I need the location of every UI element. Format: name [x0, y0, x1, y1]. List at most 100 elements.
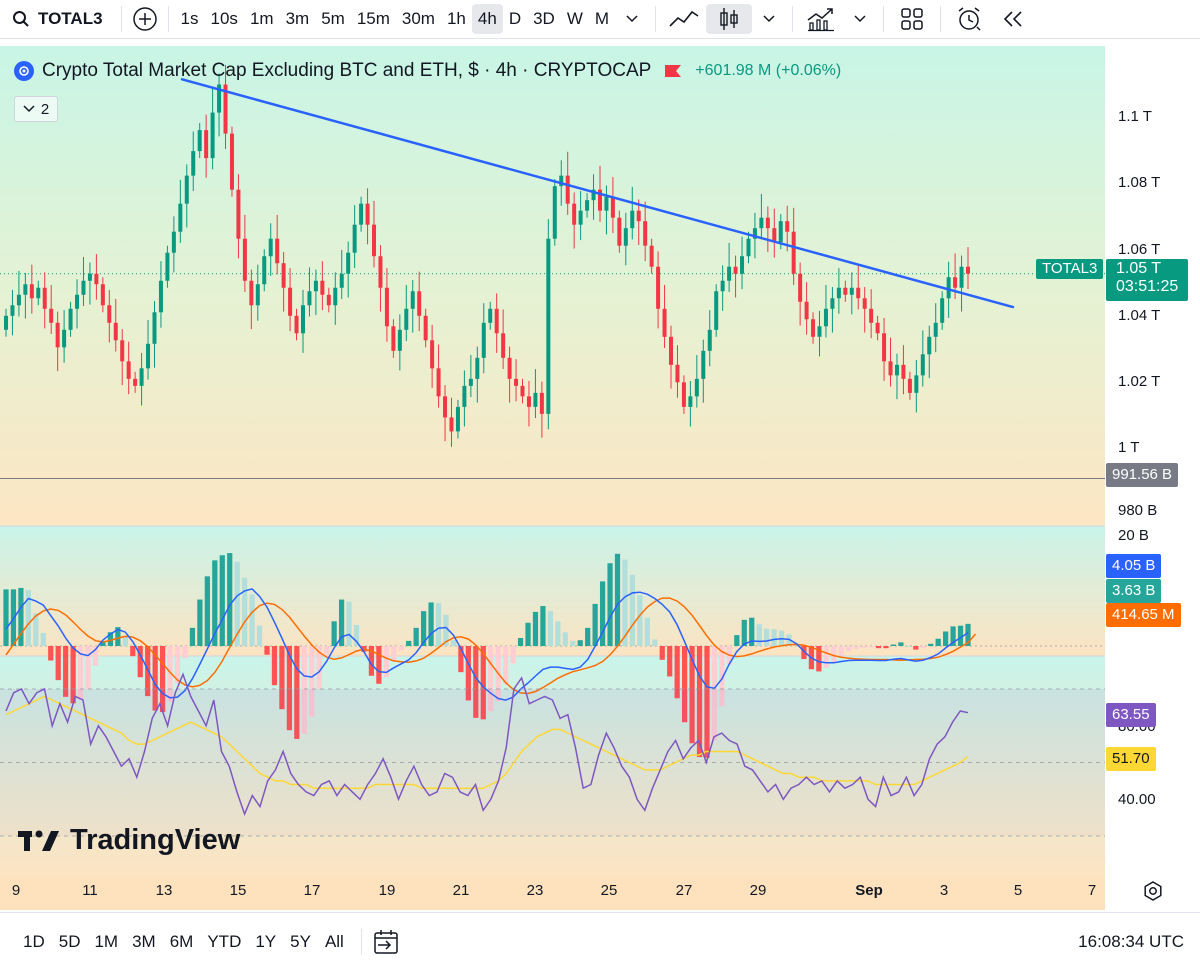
macd-histogram-bar [667, 646, 673, 677]
indicators-dropdown-button[interactable] [843, 4, 877, 34]
macd-histogram-bar [860, 646, 867, 649]
candle-body [288, 287, 293, 316]
macd-histogram-bar [532, 611, 539, 646]
candle-body [843, 287, 848, 295]
macd-value-tag: 4.05 B [1106, 554, 1162, 578]
macd-histogram-bar [435, 603, 442, 646]
time-axis[interactable]: 9 11 13 15 17 19 21 23 25 27 29 Sep 3 5 7 [0, 876, 1200, 908]
range-1m[interactable]: 1M [87, 932, 125, 952]
series-legend[interactable]: Crypto Total Market Cap Excluding BTC an… [14, 60, 841, 82]
candle-body [184, 175, 189, 204]
interval-4h[interactable]: 4h [471, 4, 503, 34]
candle-body [578, 210, 583, 225]
macd-histogram-bar [122, 636, 128, 646]
interval-10s[interactable]: 10s [205, 4, 244, 34]
candle-body [475, 357, 480, 379]
layout-button[interactable] [890, 4, 934, 34]
hline-price-tag: 991.56 B [1106, 463, 1179, 487]
range-all[interactable]: All [318, 932, 351, 952]
candle-body [210, 112, 215, 159]
macd-histogram-bar [346, 601, 352, 646]
chart-canvas[interactable] [0, 46, 1105, 910]
flag-icon[interactable] [665, 65, 682, 77]
macd-histogram-bar [741, 619, 747, 646]
interval-3d[interactable]: 3D [527, 4, 561, 34]
bottom-toolbar: 1D 5D 1M 3M 6M YTD 1Y 5Y All 16:08:34 UTC [0, 912, 1200, 970]
calendar-arrow-icon [374, 929, 398, 954]
indicators-button[interactable] [799, 4, 843, 34]
interval-d[interactable]: D [503, 4, 527, 34]
indicators-collapse-toggle[interactable]: 2 [14, 96, 58, 122]
macd-histogram-bar [868, 646, 874, 648]
macd-histogram-bar [555, 621, 561, 646]
divider [940, 6, 942, 32]
grid-layout-icon [901, 8, 923, 30]
symbol-search[interactable]: TOTAL3 [0, 0, 115, 38]
interval-30m[interactable]: 30m [396, 4, 441, 34]
macd-histogram-bar [48, 646, 54, 661]
macd-histogram-bar [256, 625, 263, 646]
candle-body [384, 287, 389, 327]
range-1d[interactable]: 1D [16, 932, 52, 952]
range-ytd[interactable]: YTD [200, 932, 248, 952]
interval-1m[interactable]: 1m [244, 4, 280, 34]
candle-body [572, 203, 577, 225]
candle-body [62, 329, 67, 348]
candles-button[interactable] [706, 4, 753, 34]
candle-body [894, 364, 899, 376]
candle-body [16, 294, 21, 306]
price-change: +601.98 M (+0.06%) [695, 62, 842, 79]
interval-w[interactable]: W [561, 4, 589, 34]
macd-histogram-bar [764, 628, 770, 646]
time-tick: 17 [303, 882, 321, 899]
interval-5m[interactable]: 5m [315, 4, 351, 34]
interval-dropdown-button[interactable] [615, 4, 649, 34]
macd-histogram-bar [875, 646, 882, 649]
chart-pane[interactable] [0, 46, 1105, 910]
candle-body [455, 406, 460, 432]
candles-icon [720, 8, 738, 30]
go-to-date-button[interactable] [372, 928, 402, 956]
macd-histogram-bar [219, 555, 225, 646]
candle-body [533, 392, 538, 407]
candle-body [746, 238, 751, 257]
macd-histogram-bar [905, 646, 911, 647]
candle-body [391, 326, 396, 351]
top-toolbar: TOTAL3 1s 10s 1m 3m 5m 15m 30m 1h 4h D 3D W M [0, 0, 1200, 39]
range-1y[interactable]: 1Y [248, 932, 283, 952]
chart-type-dropdown-button[interactable] [752, 4, 786, 34]
macd-histogram-bar [592, 603, 598, 646]
interval-1s[interactable]: 1s [175, 4, 205, 34]
replay-button[interactable] [991, 4, 1035, 34]
range-6m[interactable]: 6M [163, 932, 201, 952]
candle-body [178, 203, 183, 232]
utc-clock[interactable]: 16:08:34 UTC [1078, 932, 1184, 952]
alert-button[interactable] [947, 4, 991, 34]
interval-1h[interactable]: 1h [441, 4, 472, 34]
range-5d[interactable]: 5D [52, 932, 88, 952]
price-tick: 1.08 T [1118, 174, 1161, 191]
candle-body [326, 294, 331, 306]
last-price-tag: 1.05 T 03:51:25 [1106, 259, 1188, 301]
rsi-value-tag: 63.55 [1106, 703, 1156, 727]
candle-body [378, 256, 383, 288]
candle-body [262, 256, 267, 285]
line-chart-button[interactable] [662, 4, 706, 34]
time-tick: 11 [82, 882, 98, 899]
range-5y[interactable]: 5Y [283, 932, 318, 952]
interval-3m[interactable]: 3m [280, 4, 316, 34]
price-tick: 1.04 T [1118, 307, 1161, 324]
candle-body [462, 385, 467, 407]
price-tick: 1 T [1118, 439, 1140, 456]
axis-settings-button[interactable] [1142, 880, 1164, 907]
candle-body [10, 305, 15, 316]
candle-body [849, 287, 854, 295]
interval-15m[interactable]: 15m [351, 4, 396, 34]
plus-circle-icon [132, 7, 157, 31]
range-3m[interactable]: 3M [125, 932, 163, 952]
line-chart-icon [669, 10, 699, 27]
interval-m[interactable]: M [589, 4, 615, 34]
candle-body [585, 200, 590, 211]
candle-body [514, 378, 519, 386]
compare-symbol-button[interactable] [128, 4, 162, 34]
